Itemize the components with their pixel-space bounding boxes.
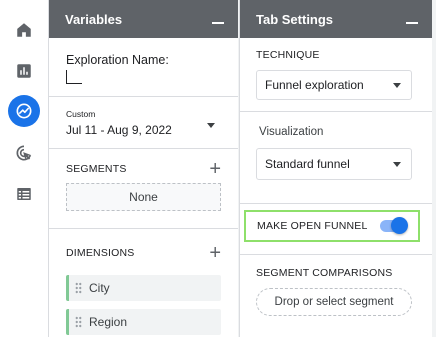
chevron-down-icon[interactable]: [393, 162, 401, 167]
segments-section: SEGMENTS + None: [49, 149, 238, 229]
variables-title: Variables: [65, 11, 123, 27]
segments-dropzone[interactable]: None: [66, 183, 221, 211]
app: Variables Exploration Name: Custom Jul 1…: [0, 0, 436, 337]
visualization-section: Visualization Standard funnel: [240, 112, 432, 204]
segment-comparison-drop-text: Drop or select segment: [274, 296, 394, 308]
visualization-value: Standard funnel: [265, 157, 350, 171]
exploration-name-input[interactable]: [66, 70, 82, 84]
variables-panel: Variables Exploration Name: Custom Jul 1…: [48, 0, 238, 337]
segment-comparison-dropzone[interactable]: Drop or select segment: [256, 288, 412, 316]
dimensions-section: DIMENSIONS + City Region: [49, 229, 238, 335]
advertising-icon[interactable]: [8, 137, 40, 169]
visualization-label: Visualization: [259, 126, 324, 138]
technique-value: Funnel exploration: [265, 78, 364, 92]
variables-header: Variables: [49, 0, 238, 38]
open-funnel-label: MAKE OPEN FUNNEL: [257, 220, 368, 232]
nav-rail: [0, 0, 48, 337]
drag-handle-icon[interactable]: [75, 282, 82, 294]
segments-empty-text: None: [129, 190, 158, 204]
technique-select[interactable]: Funnel exploration: [256, 70, 412, 100]
home-icon[interactable]: [8, 14, 40, 46]
exploration-name-section: Exploration Name:: [49, 38, 238, 97]
configure-icon[interactable]: [8, 178, 40, 210]
open-funnel-row: MAKE OPEN FUNNEL: [244, 210, 420, 242]
chevron-down-icon[interactable]: [207, 123, 215, 128]
explore-icon[interactable]: [8, 95, 40, 127]
technique-section: TECHNIQUE Funnel exploration: [240, 38, 432, 112]
tab-settings-title: Tab Settings: [256, 11, 334, 27]
visualization-select[interactable]: Standard funnel: [256, 148, 412, 180]
dimension-chip-city[interactable]: City: [66, 275, 221, 301]
add-segment-icon[interactable]: +: [209, 159, 221, 179]
add-dimension-icon[interactable]: +: [209, 243, 221, 263]
tab-settings-panel: Tab Settings TECHNIQUE Funnel exploratio…: [239, 0, 432, 337]
segment-comparisons-section: SEGMENT COMPARISONS Drop or select segme…: [240, 254, 432, 337]
technique-label: TECHNIQUE: [256, 49, 320, 61]
collapse-icon[interactable]: [212, 12, 224, 26]
dimension-label: City: [89, 281, 110, 295]
toggle-knob[interactable]: [391, 217, 408, 234]
dimension-label: Region: [89, 315, 128, 329]
exploration-name-label: Exploration Name:: [66, 53, 169, 67]
date-range-tag: Custom: [66, 109, 96, 119]
segments-title: SEGMENTS: [66, 163, 127, 175]
dimension-chip-region[interactable]: Region: [66, 309, 221, 335]
dimensions-title: DIMENSIONS: [66, 247, 135, 259]
tab-settings-header: Tab Settings: [240, 0, 432, 38]
reports-icon[interactable]: [8, 55, 40, 87]
chevron-down-icon[interactable]: [393, 83, 401, 88]
segment-comparisons-label: SEGMENT COMPARISONS: [256, 267, 393, 279]
drag-handle-icon[interactable]: [75, 316, 82, 328]
date-range-picker[interactable]: Custom Jul 11 - Aug 9, 2022: [49, 97, 238, 149]
collapse-icon[interactable]: [406, 12, 418, 26]
